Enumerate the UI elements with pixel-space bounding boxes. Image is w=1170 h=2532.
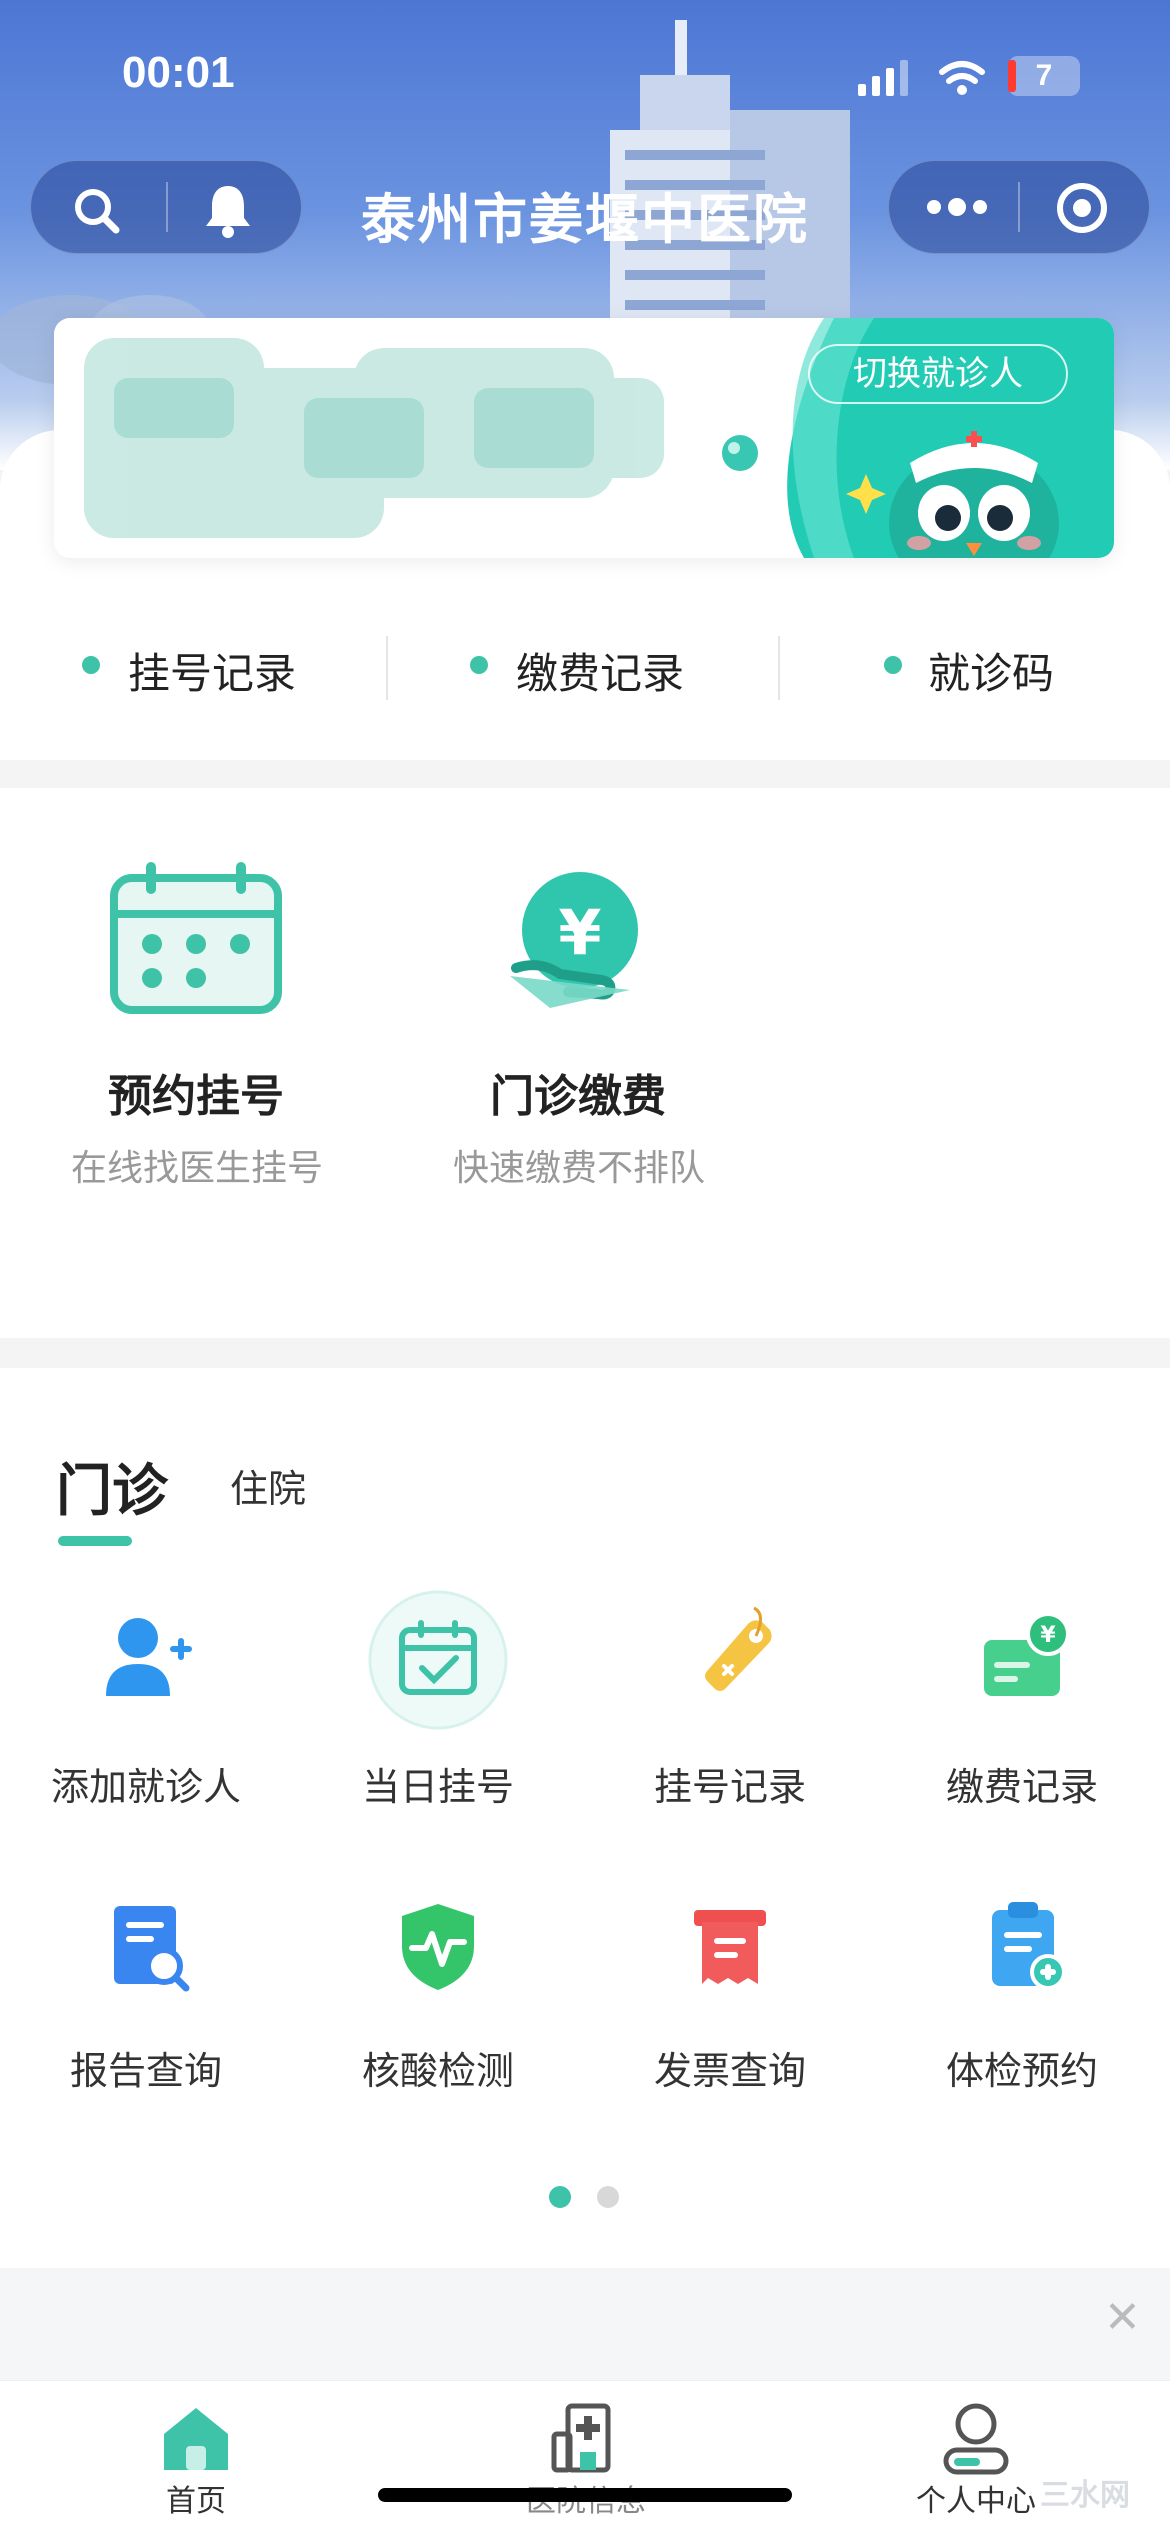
calendar-icon[interactable] (106, 858, 286, 1018)
wifi-icon (939, 61, 985, 84)
receipt-icon[interactable] (670, 1886, 790, 2006)
signal-icon (858, 60, 908, 96)
tab-home[interactable]: 首页 (96, 2476, 296, 2520)
svg-text:¥: ¥ (1040, 1623, 1056, 1648)
switch-patient-button[interactable]: 切换就诊人 (808, 344, 1068, 404)
more-icon[interactable] (924, 195, 990, 219)
close-miniprogram-icon[interactable] (1054, 180, 1110, 236)
grid-label-report-query[interactable]: 报告查询 (16, 2040, 276, 2095)
pager-dot-active[interactable] (549, 2186, 571, 2208)
clipboard-add-icon[interactable] (964, 1886, 1084, 2006)
calendar-check-icon[interactable] (368, 1590, 508, 1730)
payment-yen-icon[interactable]: ¥ (510, 868, 650, 1018)
grid-label-invoice-query[interactable]: 发票查询 (600, 2040, 860, 2095)
tab-outpatient[interactable]: 门诊 (56, 1446, 168, 1527)
person-icon[interactable] (940, 2400, 1012, 2476)
report-search-icon[interactable] (86, 1886, 206, 2006)
divider (386, 636, 388, 700)
grid-label-payment-records[interactable]: 缴费记录 (892, 1756, 1152, 1811)
quick-link-payment-records[interactable]: 缴费记录 (516, 640, 684, 701)
service-subtitle-outpatient-payment: 快速缴费不排队 (452, 1148, 705, 1189)
grid-label-add-patient[interactable]: 添加就诊人 (16, 1756, 276, 1811)
tab-inpatient[interactable]: 住院 (230, 1458, 306, 1513)
grid-label-same-day-registration[interactable]: 当日挂号 (308, 1756, 568, 1811)
bullet-dot (82, 656, 100, 674)
status-time: 00:01 (122, 48, 235, 97)
grid-label-nucleic-acid-test[interactable]: 核酸检测 (308, 2040, 568, 2095)
quick-link-registration-records[interactable]: 挂号记录 (128, 640, 296, 701)
notice-bar (0, 2268, 1170, 2380)
home-indicator (378, 2488, 792, 2502)
outpatient-section (0, 1368, 1170, 2268)
quick-link-visit-code[interactable]: 就诊码 (928, 640, 1054, 701)
close-icon[interactable]: ✕ (1104, 2296, 1141, 2340)
bullet-dot (470, 656, 488, 674)
divider (778, 636, 780, 700)
battery-indicator: 7 (1008, 56, 1080, 96)
service-title-appointment[interactable]: 预约挂号 (46, 1060, 346, 1124)
add-user-icon[interactable] (86, 1600, 206, 1720)
battery-low-mark (1008, 60, 1016, 92)
payment-card-icon[interactable]: ¥ (964, 1600, 1084, 1720)
active-tab-indicator (58, 1536, 132, 1546)
service-title-outpatient-payment[interactable]: 门诊缴费 (428, 1060, 728, 1124)
capsule-divider (1018, 182, 1020, 232)
redacted-patient-info (84, 338, 664, 538)
tag-icon[interactable] (670, 1600, 790, 1720)
home-icon[interactable] (160, 2404, 232, 2474)
watermark: 三水网 (1040, 2478, 1130, 2513)
bullet-dot (884, 656, 902, 674)
shield-pulse-icon[interactable] (378, 1886, 498, 2006)
grid-label-registration-records[interactable]: 挂号记录 (600, 1756, 860, 1811)
svg-text:¥: ¥ (558, 896, 601, 969)
pager-dot[interactable] (597, 2186, 619, 2208)
grid-label-physical-exam-booking[interactable]: 体检预约 (892, 2040, 1152, 2095)
hospital-icon[interactable] (550, 2400, 620, 2474)
service-subtitle-appointment: 在线找医生挂号 (70, 1148, 323, 1189)
